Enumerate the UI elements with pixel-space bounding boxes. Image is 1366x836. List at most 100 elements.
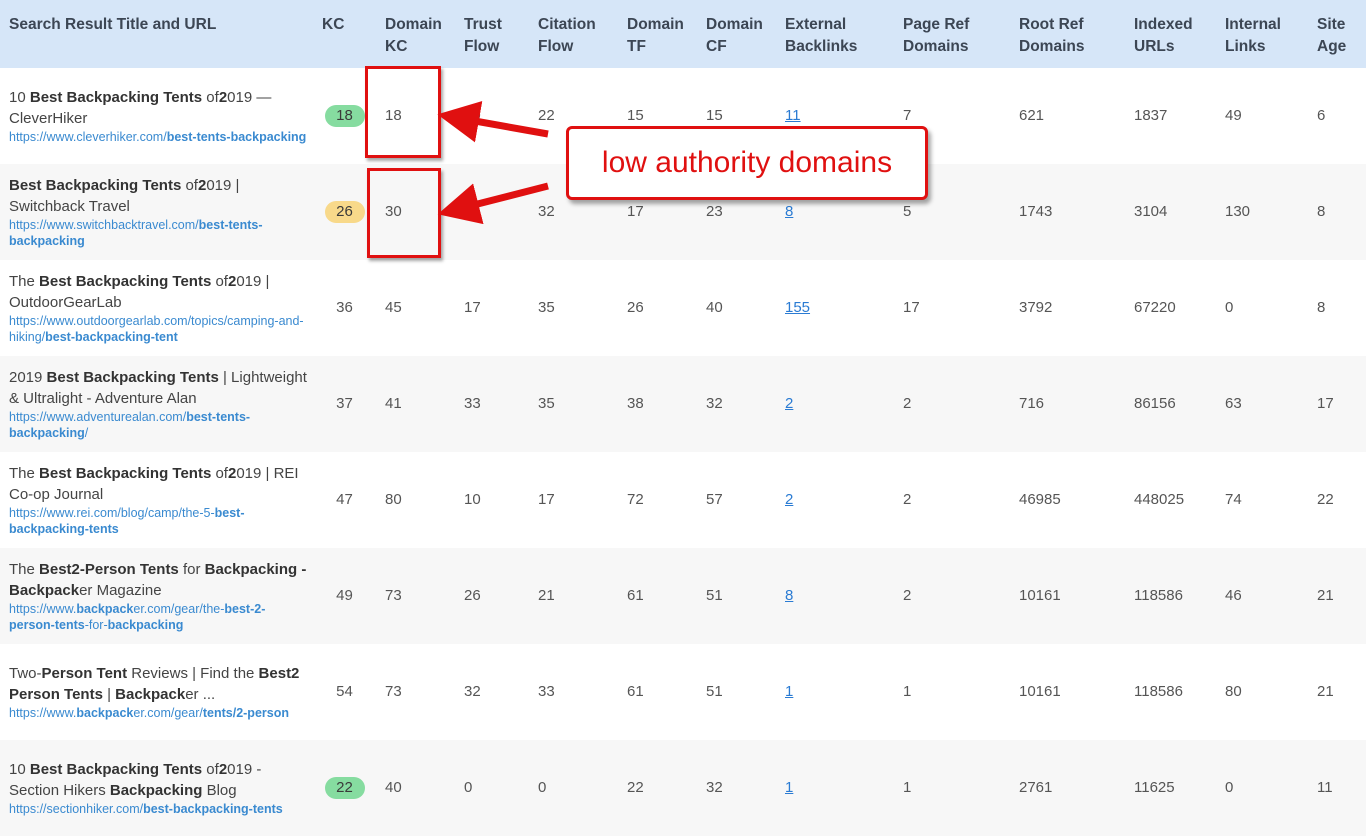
domain-tf-cell: 38 bbox=[618, 356, 697, 452]
citation-flow-cell: 35 bbox=[529, 356, 618, 452]
page-ref-domains-cell: 2 bbox=[894, 356, 1010, 452]
column-header-domain-cf[interactable]: Domain CF bbox=[697, 0, 776, 68]
root-ref-domains-cell: 10161 bbox=[1019, 683, 1061, 700]
root-ref-domains-cell: 46985 bbox=[1019, 491, 1061, 508]
site-age-cell: 8 bbox=[1308, 164, 1366, 260]
url-fragment: https://www.rei.com/blog/camp/the-5- bbox=[9, 506, 215, 520]
url-fragment: https://www.adventurealan.com/ bbox=[9, 410, 187, 424]
title-fragment: Best Backpacking Tents bbox=[39, 465, 212, 482]
result-url[interactable]: https://www.backpacker.com/gear/tents/2-… bbox=[9, 705, 307, 721]
title-fragment: Two- bbox=[9, 665, 42, 682]
domain-tf-cell: 72 bbox=[627, 491, 644, 508]
column-header-page-ref-domains[interactable]: Page Ref Domains bbox=[894, 0, 1010, 68]
domain-kc-cell: 41 bbox=[376, 356, 455, 452]
column-header-domain-tf[interactable]: Domain TF bbox=[618, 0, 697, 68]
result-title[interactable]: 10 Best Backpacking Tents of2019 — Cleve… bbox=[9, 87, 307, 129]
kc-badge: 18 bbox=[324, 105, 365, 127]
domain-cf-cell: 32 bbox=[697, 356, 776, 452]
indexed-urls-cell: 86156 bbox=[1125, 356, 1216, 452]
column-header-root-ref-domains[interactable]: Root Ref Domains bbox=[1010, 0, 1125, 68]
kc-badge: 26 bbox=[324, 201, 365, 223]
site-age-cell: 21 bbox=[1317, 683, 1334, 700]
result-title[interactable]: The Best2-Person Tents for Backpacking -… bbox=[9, 559, 307, 601]
url-fragment: tents/2-person bbox=[202, 706, 289, 720]
result-url[interactable]: https://sectionhiker.com/best-backpackin… bbox=[9, 801, 307, 817]
domain-kc-cell: 80 bbox=[385, 491, 402, 508]
kc-value: 54 bbox=[336, 683, 353, 700]
column-header-title[interactable]: Search Result Title and URL bbox=[0, 0, 313, 68]
header-row: Search Result Title and URL KC Domain KC Tr… bbox=[0, 0, 1366, 68]
kc-cell: 22 bbox=[313, 740, 376, 836]
root-ref-domains-cell: 1743 bbox=[1010, 164, 1125, 260]
result-title[interactable]: The Best Backpacking Tents of2019 | Outd… bbox=[9, 271, 307, 313]
root-ref-domains-cell: 621 bbox=[1019, 107, 1045, 124]
external-backlinks-link[interactable]: 2 bbox=[785, 395, 793, 412]
kc-cell: 47 bbox=[313, 452, 376, 548]
kc-value: 47 bbox=[336, 491, 353, 508]
result-title[interactable]: Best Backpacking Tents of2019 | Switchba… bbox=[9, 175, 307, 217]
kc-value: 36 bbox=[336, 299, 353, 316]
title-fragment: of bbox=[211, 465, 228, 482]
site-age-cell: 21 bbox=[1308, 548, 1366, 644]
column-header-indexed-urls[interactable]: Indexed URLs bbox=[1125, 0, 1216, 68]
domain-tf-cell: 61 bbox=[618, 548, 697, 644]
external-backlinks-cell: 1 bbox=[776, 740, 894, 836]
title-fragment: Best Backpacking Tents bbox=[29, 761, 203, 778]
result-url[interactable]: https://www.cleverhiker.com/best-tents-b… bbox=[9, 129, 307, 145]
domain-cf-cell: 40 bbox=[706, 299, 723, 316]
kc-value: 49 bbox=[336, 587, 353, 604]
title-fragment: of bbox=[181, 177, 198, 194]
external-backlinks-link[interactable]: 1 bbox=[785, 779, 793, 796]
result-cell: 2019 Best Backpacking Tents | Lightweigh… bbox=[0, 356, 313, 452]
external-backlinks-link[interactable]: 2 bbox=[785, 491, 793, 508]
column-header-site-age[interactable]: Site Age bbox=[1308, 0, 1366, 68]
domain-cf-cell: 51 bbox=[697, 548, 776, 644]
result-cell: The Best Backpacking Tents of2019 | REI … bbox=[0, 452, 313, 548]
url-fragment: er.com/gear/the- bbox=[133, 602, 225, 616]
table-row: The Best Backpacking Tents of2019 | Outd… bbox=[0, 260, 1366, 356]
title-fragment: Backpack bbox=[115, 686, 186, 703]
external-backlinks-link[interactable]: 8 bbox=[785, 203, 793, 220]
url-fragment: backpack bbox=[76, 602, 134, 616]
site-age-cell: 6 bbox=[1317, 107, 1326, 124]
result-title[interactable]: 10 Best Backpacking Tents of2019 - Secti… bbox=[9, 759, 307, 801]
title-fragment: 2019 bbox=[9, 369, 47, 386]
column-header-external-backlinks[interactable]: External Backlinks bbox=[776, 0, 894, 68]
result-url[interactable]: https://www.switchbacktravel.com/best-te… bbox=[9, 217, 307, 249]
page-ref-domains-cell: 1 bbox=[903, 683, 912, 700]
citation-flow-cell: 35 bbox=[538, 299, 555, 316]
result-title[interactable]: 2019 Best Backpacking Tents | Lightweigh… bbox=[9, 367, 307, 409]
title-fragment: The bbox=[9, 561, 40, 578]
column-header-trust-flow[interactable]: Trust Flow bbox=[455, 0, 529, 68]
trust-flow-cell: 0 bbox=[455, 740, 529, 836]
result-url[interactable]: https://www.outdoorgearlab.com/topics/ca… bbox=[9, 313, 307, 345]
page-ref-domains-cell: 1 bbox=[894, 740, 1010, 836]
external-backlinks-link[interactable]: 1 bbox=[785, 683, 793, 700]
table-row: The Best2-Person Tents for Backpacking -… bbox=[0, 548, 1366, 644]
external-backlinks-link[interactable]: 8 bbox=[785, 587, 793, 604]
annotation-callout: low authority domains bbox=[566, 126, 928, 200]
result-cell: The Best Backpacking Tents of2019 | Outd… bbox=[0, 260, 313, 356]
site-age-cell: 11 bbox=[1308, 740, 1366, 836]
column-header-kc[interactable]: KC bbox=[313, 0, 376, 68]
result-url[interactable]: https://www.backpacker.com/gear/the-best… bbox=[9, 601, 307, 633]
kc-value: 37 bbox=[336, 395, 353, 412]
result-title[interactable]: The Best Backpacking Tents of2019 | REI … bbox=[9, 463, 307, 505]
column-header-internal-links[interactable]: Internal Links bbox=[1216, 0, 1308, 68]
column-header-citation-flow[interactable]: Citation Flow bbox=[529, 0, 618, 68]
internal-links-cell: 0 bbox=[1225, 299, 1234, 316]
result-title[interactable]: Two-Person Tent Reviews | Find the Best2… bbox=[9, 663, 307, 705]
result-url[interactable]: https://www.rei.com/blog/camp/the-5-best… bbox=[9, 505, 307, 537]
internal-links-cell: 0 bbox=[1216, 740, 1308, 836]
external-backlinks-link[interactable]: 155 bbox=[785, 299, 810, 316]
result-url[interactable]: https://www.adventurealan.com/best-tents… bbox=[9, 409, 307, 441]
root-ref-domains-cell: 10161 bbox=[1010, 548, 1125, 644]
column-header-domain-kc[interactable]: Domain KC bbox=[376, 0, 455, 68]
page-ref-domains-cell: 2 bbox=[894, 548, 1010, 644]
domain-kc-cell: 45 bbox=[385, 299, 402, 316]
external-backlinks-link[interactable]: 11 bbox=[785, 107, 801, 124]
domain-kc-cell: 73 bbox=[376, 548, 455, 644]
internal-links-cell: 49 bbox=[1225, 107, 1242, 124]
indexed-urls-cell: 448025 bbox=[1134, 491, 1185, 508]
url-fragment: https://www. bbox=[9, 602, 77, 616]
